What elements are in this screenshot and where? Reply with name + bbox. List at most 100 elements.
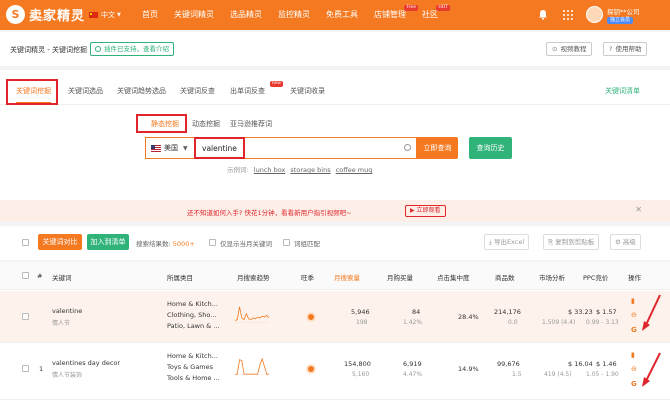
search-history-button[interactable]: 查询历史 (469, 137, 512, 159)
menu-item-free-tools[interactable]: 免费工具 (318, 0, 366, 30)
page-header: 关键词精灵 - 关键词挖掘 插件已支持，查看介绍 ⊙ 视频教程 ? 使用帮助 (0, 32, 670, 66)
avg-price: $ 33.23 (568, 308, 593, 316)
menu-item-home[interactable]: 首页 (134, 0, 166, 30)
copy-clipboard-button[interactable]: ⎘ 复制到剪贴板 (543, 234, 600, 250)
help-button[interactable]: ? 使用帮助 (603, 42, 648, 56)
col-ppc[interactable]: PPC竞价 (583, 272, 608, 282)
keyword-link[interactable]: valentine (52, 307, 82, 315)
keyword-link[interactable]: valentines day decor (52, 359, 120, 367)
row-checkbox[interactable] (22, 313, 29, 320)
search-trend-sparkline[interactable] (235, 357, 269, 375)
header-checkbox[interactable] (22, 272, 29, 279)
tab-keyword-trend[interactable]: 关键词趋势选品 (117, 79, 166, 104)
logo-mark-icon: S (6, 5, 25, 24)
table-row[interactable]: valentine 情人节 Home & Kitch... Clothing, … (0, 291, 670, 343)
ppc-bid: $ 1.46 (596, 360, 617, 368)
category-item[interactable]: Patio, Lawn & ... (167, 321, 220, 332)
breadcrumb: 关键词精灵 - 关键词挖掘 (10, 46, 87, 54)
menu-item-monitor[interactable]: 监控精灵 (270, 0, 318, 30)
ppc-range: 0.99 - 3.13 (586, 319, 619, 326)
export-excel-button[interactable]: ⤓ 导出Excel (484, 234, 530, 250)
bell-icon[interactable] (538, 9, 548, 20)
col-click-concentration[interactable]: 点击集中度 (437, 272, 470, 282)
col-products[interactable]: 商品数 (495, 272, 515, 282)
col-category[interactable]: 所属类目 (167, 272, 193, 282)
us-flag-icon (151, 144, 161, 152)
search-submit-button[interactable]: 立即查询 (417, 137, 458, 159)
example-storage-bins[interactable]: storage bins (290, 166, 330, 174)
tab-keyword-reverse[interactable]: 关键词反查 (180, 79, 215, 104)
more-icon[interactable]: ⊖ (631, 311, 637, 319)
keyword-translation: 情人节 (52, 320, 71, 327)
category-item[interactable]: Clothing, Sho... (167, 310, 220, 321)
search-trend-sparkline[interactable] (235, 305, 269, 323)
product-count-sub: 0.0 (508, 319, 518, 326)
col-trend[interactable]: 月搜索趋势 (237, 272, 270, 282)
category-item[interactable]: Home & Kitch... (167, 351, 220, 362)
watch-now-button[interactable]: ▶ 立即观看 (405, 205, 446, 217)
phrase-match-checkbox[interactable] (283, 239, 290, 246)
col-peak[interactable]: 旺季 (301, 272, 314, 282)
tab-keyword-product[interactable]: 关键词选品 (68, 79, 103, 104)
subtab-amazon-suggest[interactable]: 亚马逊推荐词 (230, 119, 272, 129)
category-item[interactable]: Home & Kitch... (167, 299, 220, 310)
menu-item-keyword[interactable]: 关键词精灵 (166, 0, 222, 30)
advanced-button[interactable]: ⚙ 高级 (610, 234, 641, 250)
plugin-badge[interactable]: 插件已支持，查看介绍 (90, 42, 174, 56)
select-all-checkbox[interactable] (22, 239, 29, 246)
google-icon[interactable]: G (631, 380, 637, 388)
menu-item-community[interactable]: 社区 HOT (414, 0, 450, 30)
category-item[interactable]: Toys & Games (167, 362, 220, 373)
category-list: Home & Kitch... Clothing, Sho... Patio, … (167, 299, 220, 332)
col-search-volume[interactable]: 月搜索量 (334, 272, 360, 282)
col-market[interactable]: 市场分析 (539, 272, 565, 282)
keyword-list-link[interactable]: 关键词清单 (605, 79, 640, 104)
menu-item-product[interactable]: 选品精灵 (222, 0, 270, 30)
bar-chart-icon[interactable]: ▮ (631, 351, 635, 359)
avatar[interactable] (586, 6, 603, 23)
logo-sub: SELLER (30, 17, 45, 22)
row-checkbox[interactable] (22, 365, 29, 372)
tab-order-keyword[interactable]: 出单词反查 new (230, 79, 283, 104)
clear-icon[interactable] (404, 144, 411, 151)
china-flag-icon (89, 12, 98, 18)
more-icon[interactable]: ⊖ (631, 365, 637, 373)
top-nav: S 卖家精灵 SELLER 中文 ▼ 首页 关键词精灵 选品精灵 监控精灵 免费… (0, 0, 670, 30)
purchases: 84 (412, 308, 421, 316)
bar-chart-icon[interactable]: ▮ (631, 297, 635, 305)
only-monthly-checkbox[interactable] (209, 239, 216, 246)
product-count-sub: 1.5 (512, 371, 522, 378)
google-icon[interactable]: G (631, 326, 637, 334)
peak-season-dot (308, 366, 314, 372)
play-circle-icon: ⊙ (552, 45, 558, 53)
compare-button[interactable]: 关键词对比 (38, 234, 82, 250)
tab-keyword-index[interactable]: 关键词收录 (290, 79, 325, 104)
col-keyword[interactable]: 关键词 (52, 272, 72, 282)
example-coffee-mug[interactable]: coffee mug (336, 166, 373, 174)
add-to-list-button[interactable]: 加入到清单 (87, 234, 129, 250)
purchases: 6,919 (403, 360, 422, 368)
video-tutorial-button[interactable]: ⊙ 视频教程 (546, 42, 593, 56)
language-selector[interactable]: 中文 ▼ (89, 10, 121, 20)
avg-price: $ 16.04 (568, 360, 593, 368)
country-select[interactable]: 美国 ▼ (146, 138, 196, 158)
notice-text: 还不知道如何入手? 快花1分钟，看看新用户指引视频吧~ (187, 209, 352, 217)
logo[interactable]: S 卖家精灵 (6, 5, 85, 24)
tab-bar: 关键词挖掘 关键词选品 关键词趋势选品 关键词反查 出单词反查 new 关键词收录… (0, 79, 670, 105)
results-count: 搜索结果数: 5000+ (136, 240, 195, 248)
col-purchases[interactable]: 月购买量 (387, 272, 413, 282)
category-list: Home & Kitch... Toys & Games Tools & Hom… (167, 351, 220, 384)
purchase-rate: 1.42% (403, 319, 423, 326)
col-index: # (37, 272, 43, 280)
apps-grid-icon[interactable] (563, 10, 573, 20)
subtab-dynamic[interactable]: 动态挖掘 (192, 119, 220, 129)
example-lunch-box[interactable]: lunch box (254, 166, 286, 174)
close-icon[interactable]: ✕ (635, 205, 642, 214)
table-row[interactable]: 1 valentines day decor 情人节装饰 Home & Kitc… (0, 343, 670, 400)
menu-item-store[interactable]: 店铺管理 Free (366, 0, 418, 30)
user-name[interactable]: 探钥**公司 (607, 6, 640, 16)
phrase-match-label: 词组匹配 (294, 240, 320, 248)
sparkline-path (235, 357, 269, 375)
category-item[interactable]: Tools & Home ... (167, 373, 220, 384)
hot-badge: HOT (436, 5, 450, 11)
